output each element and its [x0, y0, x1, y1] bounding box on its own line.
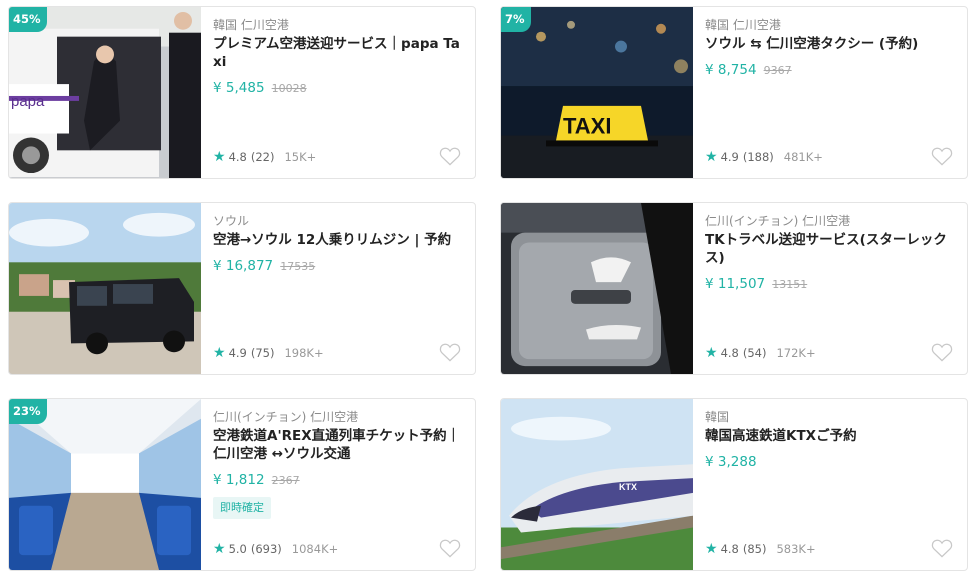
- train-interior-photo[interactable]: 23%: [9, 399, 201, 570]
- star-icon: ★: [705, 541, 718, 557]
- heart-icon[interactable]: [931, 342, 953, 362]
- rating-value: 4.8: [720, 542, 739, 556]
- ktx-train-photo[interactable]: KTX: [501, 399, 693, 570]
- original-price: 2367: [271, 474, 300, 487]
- product-price: ¥ 1,812: [213, 472, 265, 488]
- original-price: 17535: [280, 260, 316, 273]
- product-price: ¥ 3,288: [705, 454, 757, 470]
- product-price: ¥ 8,754: [705, 62, 757, 78]
- rating-row: ★ 4.8 (54) 172K+: [705, 346, 816, 360]
- product-location: 仁川(インチョン) 仁川空港: [213, 410, 359, 424]
- rating-row: ★ 4.9 (75) 198K+: [213, 346, 324, 360]
- product-card[interactable]: ソウル 空港→ソウル 12人乗りリムジン | 予約 ¥ 16,877 17535…: [8, 202, 476, 375]
- star-icon: ★: [705, 345, 718, 361]
- product-title[interactable]: TKトラベル送迎サービス(スターレックス): [705, 231, 957, 267]
- product-title[interactable]: 空港→ソウル 12人乗りリムジン | 予約: [213, 231, 465, 249]
- rating-value: 5.0: [228, 542, 247, 556]
- product-title[interactable]: ソウル ⇆ 仁川空港タクシー (予約): [705, 35, 957, 53]
- rating-value: 4.8: [720, 346, 739, 360]
- taxi-sign-photo[interactable]: TAXI 7%: [501, 7, 693, 178]
- original-price: 9367: [763, 64, 792, 77]
- review-count: (75): [250, 346, 275, 360]
- premium-van-photo[interactable]: papa 45%: [9, 7, 201, 178]
- product-price: ¥ 16,877: [213, 258, 274, 274]
- svg-text:KTX: KTX: [619, 482, 637, 492]
- review-count: (188): [742, 150, 774, 164]
- booked-count: 481K+: [783, 150, 823, 164]
- product-price: ¥ 11,507: [705, 276, 766, 292]
- booked-count: 1084K+: [291, 542, 339, 556]
- rating-row: ★ 4.8 (22) 15K+: [213, 150, 316, 164]
- heart-icon[interactable]: [439, 538, 461, 558]
- product-card[interactable]: 仁川(インチョン) 仁川空港 TKトラベル送迎サービス(スターレックス) ¥ 1…: [500, 202, 968, 375]
- booked-count: 583K+: [776, 542, 816, 556]
- svg-text:TAXI: TAXI: [563, 114, 611, 139]
- product-location: 韓国 仁川空港: [705, 18, 781, 32]
- product-title[interactable]: プレミアム空港送迎サービス｜papa Taxi: [213, 35, 465, 71]
- heart-icon[interactable]: [439, 342, 461, 362]
- product-location: 仁川(インチョン) 仁川空港: [705, 214, 851, 228]
- product-location: ソウル: [213, 214, 250, 228]
- booked-count: 172K+: [776, 346, 816, 360]
- heart-icon[interactable]: [931, 538, 953, 558]
- svg-text:papa: papa: [11, 94, 45, 110]
- star-icon: ★: [213, 149, 226, 165]
- product-card[interactable]: KTX 韓国 韓国高速鉄道KTXご予約 ¥ 3,288 ★ 4.8 (85) 5…: [500, 398, 968, 571]
- original-price: 13151: [772, 278, 808, 291]
- discount-badge: 23%: [9, 399, 47, 424]
- star-icon: ★: [213, 541, 226, 557]
- heart-icon[interactable]: [931, 146, 953, 166]
- booked-count: 198K+: [284, 346, 324, 360]
- star-icon: ★: [705, 149, 718, 165]
- heart-icon[interactable]: [439, 146, 461, 166]
- suitcase-photo[interactable]: [501, 203, 693, 374]
- star-icon: ★: [213, 345, 226, 361]
- rating-value: 4.8: [228, 150, 247, 164]
- rating-value: 4.9: [720, 150, 739, 164]
- rating-value: 4.9: [228, 346, 247, 360]
- discount-badge: 7%: [501, 7, 531, 32]
- product-card[interactable]: 23% 仁川(インチョン) 仁川空港 空港鉄道A'REX直通列車チケット予約｜仁…: [8, 398, 476, 571]
- product-location: 韓国 仁川空港: [213, 18, 289, 32]
- review-count: (54): [742, 346, 767, 360]
- product-title[interactable]: 韓国高速鉄道KTXご予約: [705, 427, 957, 445]
- black-van-photo[interactable]: [9, 203, 201, 374]
- rating-row: ★ 4.8 (85) 583K+: [705, 542, 816, 556]
- rating-row: ★ 5.0 (693) 1084K+: [213, 542, 338, 556]
- discount-badge: 45%: [9, 7, 47, 32]
- review-count: (693): [250, 542, 282, 556]
- instant-confirm-badge: 即時確定: [213, 497, 271, 519]
- review-count: (85): [742, 542, 767, 556]
- product-card[interactable]: TAXI 7% 韓国 仁川空港 ソウル ⇆ 仁川空港タクシー (予約) ¥ 8,…: [500, 6, 968, 179]
- product-title[interactable]: 空港鉄道A'REX直通列車チケット予約｜仁川空港 ↔ソウル交通: [213, 427, 465, 463]
- product-price: ¥ 5,485: [213, 80, 265, 96]
- product-location: 韓国: [705, 410, 730, 424]
- review-count: (22): [250, 150, 275, 164]
- product-card[interactable]: papa 45% 韓国 仁川空港 プレミアム空港送迎サービス｜papa Taxi…: [8, 6, 476, 179]
- booked-count: 15K+: [284, 150, 317, 164]
- original-price: 10028: [271, 82, 307, 95]
- rating-row: ★ 4.9 (188) 481K+: [705, 150, 823, 164]
